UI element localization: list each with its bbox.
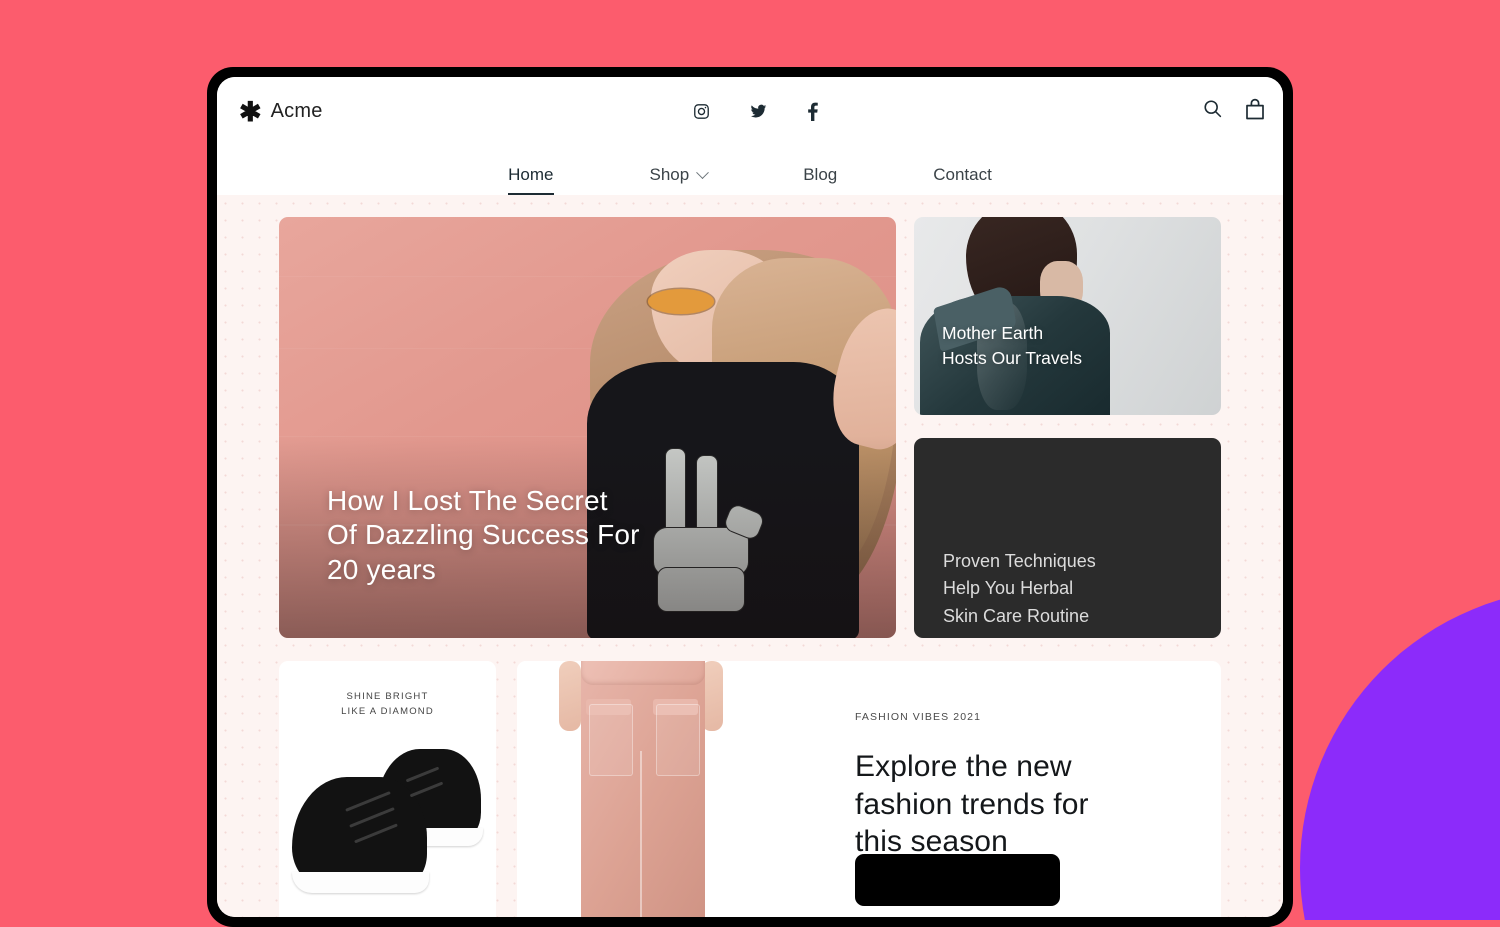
nav-item-blog[interactable]: Blog	[803, 165, 837, 195]
hero-article-card[interactable]: How I Lost The Secret Of Dazzling Succes…	[279, 217, 896, 638]
nav-item-label: Blog	[803, 165, 838, 184]
nav-item-contact[interactable]: Contact	[933, 165, 992, 195]
hero-title: How I Lost The Secret Of Dazzling Succes…	[327, 485, 640, 585]
purple-circle-decoration	[1300, 588, 1500, 920]
asterisk-icon: ✱	[239, 96, 262, 127]
browser-screen: ✱ Acme Home Shop Blog Contact How I Lost…	[217, 77, 1283, 917]
skincare-title: Proven Techniques Help You Herbal Skin C…	[943, 551, 1096, 626]
social-links	[693, 102, 819, 121]
shoe-caption: SHINE BRIGHT LIKE A DIAMOND	[341, 691, 434, 718]
nav-item-label: Home	[508, 165, 554, 184]
instagram-icon[interactable]	[693, 103, 710, 120]
main-nav: Home Shop Blog Contact	[217, 145, 1283, 195]
nav-item-shop[interactable]: Shop	[649, 165, 710, 195]
facebook-icon[interactable]	[807, 102, 819, 121]
travel-image	[914, 217, 1221, 415]
page-content: How I Lost The Secret Of Dazzling Succes…	[217, 195, 1283, 917]
products-grid: SHINE BRIGHT LIKE A DIAMOND FASHION VIBE…	[279, 661, 1221, 917]
nav-item-home[interactable]: Home	[508, 165, 554, 195]
nav-item-label: Shop	[649, 165, 690, 184]
nav-item-label: Contact	[933, 165, 992, 184]
promo-image	[517, 661, 765, 917]
brand-name: Acme	[270, 99, 323, 122]
skincare-article-card[interactable]: Proven Techniques Help You Herbal Skin C…	[914, 438, 1221, 638]
site-header: ✱ Acme Home Shop Blog Contact	[217, 77, 1283, 195]
device-frame: ✱ Acme Home Shop Blog Contact How I Lost…	[207, 67, 1293, 927]
header-topbar: ✱ Acme	[217, 77, 1283, 145]
cart-icon[interactable]	[1245, 98, 1265, 125]
brand-logo[interactable]: ✱ Acme	[239, 98, 323, 125]
shoe-product-card[interactable]: SHINE BRIGHT LIKE A DIAMOND	[279, 661, 496, 917]
shoe-image	[279, 733, 496, 917]
travel-title: Mother Earth Hosts Our Travels	[942, 322, 1083, 369]
promo-cta-button[interactable]	[855, 854, 1060, 906]
promo-text-block: FASHION VIBES 2021 Explore the new fashi…	[765, 661, 1221, 917]
travel-article-card[interactable]: Mother Earth Hosts Our Travels	[914, 217, 1221, 415]
promo-eyebrow: FASHION VIBES 2021	[855, 711, 982, 723]
featured-grid: How I Lost The Secret Of Dazzling Succes…	[279, 217, 1221, 638]
side-column: Mother Earth Hosts Our Travels Proven Te…	[914, 217, 1221, 638]
header-actions	[1202, 98, 1265, 125]
search-icon[interactable]	[1202, 98, 1223, 124]
promo-title: Explore the new fashion trends for this …	[855, 749, 1089, 859]
twitter-icon[interactable]	[749, 103, 768, 120]
chevron-down-icon	[696, 165, 710, 179]
promo-card[interactable]: FASHION VIBES 2021 Explore the new fashi…	[517, 661, 1221, 917]
